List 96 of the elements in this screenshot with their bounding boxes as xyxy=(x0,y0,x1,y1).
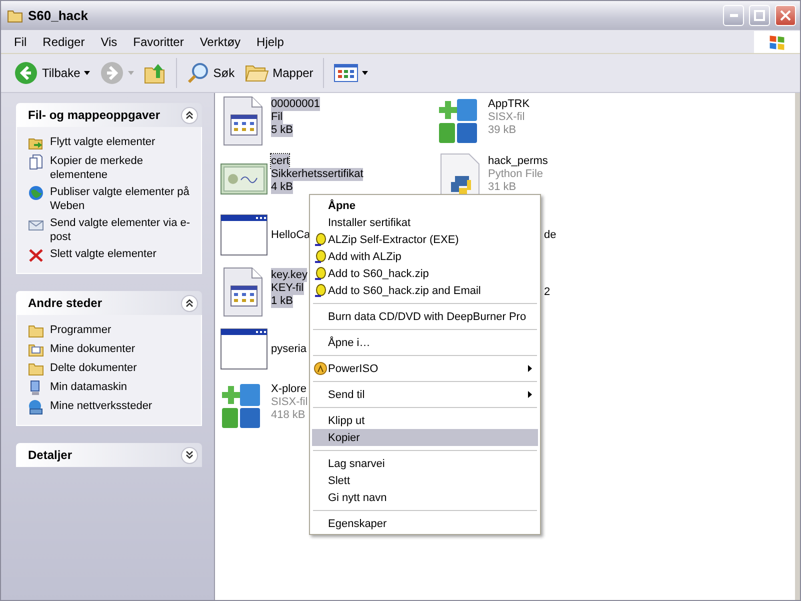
folder-up-icon xyxy=(144,62,166,84)
menu-item[interactable]: Slett xyxy=(312,472,538,489)
file-type: SISX-fil xyxy=(271,396,308,409)
chevron-up-icon xyxy=(186,111,193,119)
minimize-icon xyxy=(730,14,738,17)
file-type: Python File xyxy=(488,168,544,181)
coin-icon xyxy=(314,233,327,246)
file-name[interactable]: pyseria xyxy=(271,342,306,356)
disc-icon xyxy=(314,362,327,375)
menu-item[interactable]: Gi nytt navn xyxy=(312,489,538,506)
expand-button[interactable] xyxy=(181,446,198,464)
file-name[interactable]: key.key xyxy=(271,268,308,282)
panel-header[interactable]: Andre steder xyxy=(16,291,202,315)
collapse-button[interactable] xyxy=(181,294,198,312)
file-type: Sikkerhetssertifikat xyxy=(271,168,364,181)
document-icon xyxy=(28,154,44,170)
file-name[interactable]: 00000001 xyxy=(271,97,320,111)
submenu-arrow-icon xyxy=(528,365,532,372)
file-name[interactable]: hack_perms xyxy=(488,154,548,168)
menu-item[interactable]: Add to S60_hack.zip and Email xyxy=(312,282,538,299)
task-link[interactable]: Send valgte elementer via e-post xyxy=(28,216,193,244)
chevron-down-icon xyxy=(186,451,193,459)
chevron-up-icon xyxy=(186,299,193,307)
menu-item[interactable]: Add to S60_hack.zip xyxy=(312,265,538,282)
file-type: Fil xyxy=(271,111,283,124)
menu-item[interactable]: Kopier xyxy=(312,429,538,446)
menu-item[interactable]: Lag snarvei xyxy=(312,455,538,472)
task-link[interactable]: Flytt valgte elementer xyxy=(28,135,193,151)
delete-icon xyxy=(28,247,44,263)
menu-item[interactable]: Vis xyxy=(94,34,126,48)
menu-item[interactable]: Favoritter xyxy=(126,34,193,48)
task-link[interactable]: Slett valgte elementer xyxy=(28,247,193,263)
collapse-button[interactable] xyxy=(181,106,198,124)
coin-icon xyxy=(314,284,327,297)
caret-icon xyxy=(84,71,90,75)
folder-icon xyxy=(28,323,44,339)
close-icon xyxy=(780,10,791,21)
network-icon xyxy=(28,399,44,415)
file-size: 4 kB xyxy=(271,181,294,194)
menu-item[interactable]: Send til xyxy=(312,386,538,403)
menu-item[interactable]: Egenskaper xyxy=(312,515,538,532)
file-type: KEY-fil xyxy=(271,282,304,295)
file-name[interactable]: X-plore xyxy=(271,382,306,396)
folder-icon xyxy=(28,361,44,377)
coin-icon xyxy=(314,250,327,263)
menu-item[interactable]: Burn data CD/DVD with DeepBurner Pro xyxy=(312,308,538,325)
panel-header[interactable]: Detaljer xyxy=(16,443,202,467)
file-name[interactable]: 2 xyxy=(544,285,550,299)
menu-item[interactable]: PowerISO xyxy=(312,360,538,377)
folder-icon xyxy=(7,8,23,22)
file-size: 31 kB xyxy=(488,181,516,194)
menu-item[interactable]: Hjelp xyxy=(250,34,293,48)
file-name[interactable]: HelloCa xyxy=(271,228,310,242)
submenu-arrow-icon xyxy=(528,391,532,398)
file-name[interactable]: de xyxy=(544,228,556,242)
file-size: 39 kB xyxy=(488,124,516,137)
file-size: 418 kB xyxy=(271,409,306,422)
back-button[interactable]: Tilbake xyxy=(11,59,94,87)
search-icon xyxy=(187,62,210,84)
file-size: 5 kB xyxy=(271,124,294,137)
coin-icon xyxy=(314,267,327,280)
menu-item[interactable]: Installer sertifikat xyxy=(312,214,538,231)
file-type: SISX-fil xyxy=(488,111,525,124)
folders-icon xyxy=(244,63,269,83)
search-button[interactable]: Søk xyxy=(184,60,238,86)
task-link[interactable]: Mine nettverkssteder xyxy=(28,399,193,415)
panel-title: Andre steder xyxy=(28,296,102,310)
task-link[interactable]: Min datamaskin xyxy=(28,380,193,396)
task-link[interactable]: Programmer xyxy=(28,323,193,339)
task-link[interactable]: Mine dokumenter xyxy=(28,342,193,358)
menu-item[interactable]: Åpne i… xyxy=(312,334,538,351)
document-folder-icon xyxy=(28,342,44,358)
panel-title: Fil- og mappeoppgaver xyxy=(28,108,160,122)
menu-item[interactable]: ALZip Self-Extractor (EXE) xyxy=(312,231,538,248)
maximize-icon xyxy=(754,10,765,21)
task-link[interactable]: Publiser valgte elementer på Weben xyxy=(28,185,193,213)
file-name[interactable]: cert xyxy=(271,154,290,168)
caret-icon xyxy=(128,71,134,75)
task-link[interactable]: Kopier de merkede elementene xyxy=(28,154,193,182)
folders-button[interactable]: Mapper xyxy=(242,61,316,85)
file-size: 1 kB xyxy=(271,295,294,308)
globe-icon xyxy=(28,185,44,201)
menu-item[interactable]: Verktøy xyxy=(192,34,250,48)
panel-title: Detaljer xyxy=(28,448,72,462)
file-name[interactable]: AppTRK xyxy=(488,97,530,111)
caret-icon xyxy=(362,71,368,75)
panel-header[interactable]: Fil- og mappeoppgaver xyxy=(16,103,202,127)
task-link[interactable]: Delte dokumenter xyxy=(28,361,193,377)
menu-item[interactable]: Åpne xyxy=(312,197,538,214)
close-button[interactable] xyxy=(775,5,796,26)
menu-item[interactable]: Add with ALZip xyxy=(312,248,538,265)
views-grid-icon xyxy=(334,64,358,82)
menu-item[interactable]: Fil xyxy=(7,34,36,48)
window-title: S60_hack xyxy=(28,8,89,23)
menu-item[interactable]: Klipp ut xyxy=(312,412,538,429)
menu-item[interactable]: Rediger xyxy=(36,34,94,48)
